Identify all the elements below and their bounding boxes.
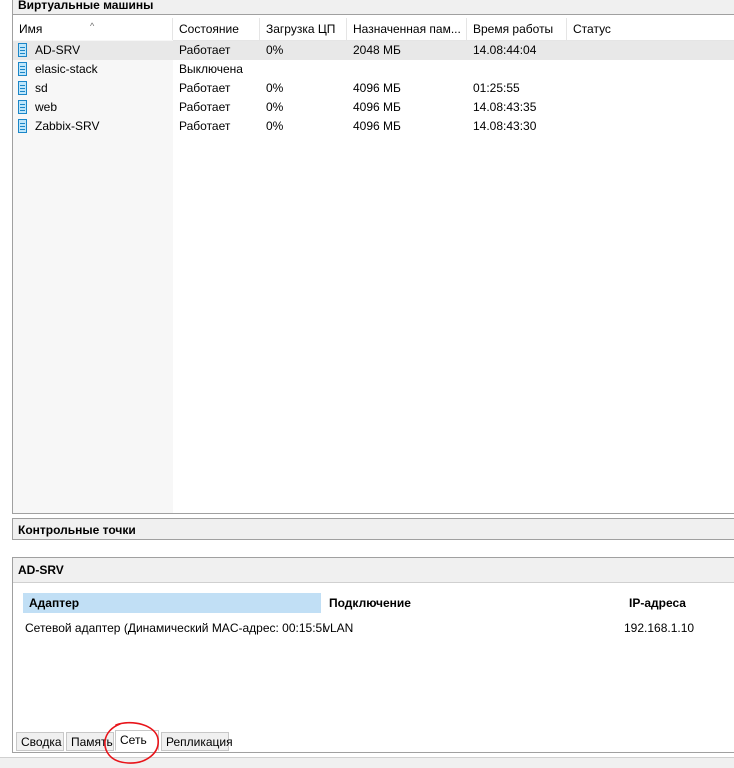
sort-ascending-icon: ^ <box>90 21 95 31</box>
vm-row[interactable]: Zabbix-SRV Работает 0% 4096 МБ 14.08:43:… <box>13 117 734 136</box>
vm-uptime <box>467 60 567 79</box>
column-header-cpu[interactable]: Загрузка ЦП <box>260 18 347 40</box>
vm-status <box>567 60 734 79</box>
tab-summary[interactable]: Сводка <box>16 732 64 751</box>
vm-uptime: 14.08:43:35 <box>473 100 537 114</box>
vm-status <box>567 117 734 136</box>
network-connection-cell: vLAN <box>324 621 354 635</box>
tab-network[interactable]: Сеть <box>115 730 159 751</box>
vm-status <box>567 79 734 98</box>
column-header-memory[interactable]: Назначенная пам... <box>347 18 467 40</box>
vm-name: elasic-stack <box>35 62 98 76</box>
network-adapter-cell[interactable]: Сетевой адаптер (Динамический MAC-адрес:… <box>23 619 325 637</box>
vm-name: sd <box>35 81 48 95</box>
details-panel: AD-SRV Адаптер Подключение IP-адреса Сет… <box>12 557 734 753</box>
vm-column-headers: Имя ^ Состояние Загрузка ЦП Назначенная … <box>13 18 734 41</box>
virtual-machines-title: Виртуальные машины <box>12 0 734 15</box>
column-header-name-label: Имя <box>19 22 43 36</box>
vm-uptime: 01:25:55 <box>473 81 520 95</box>
network-column-connection[interactable]: Подключение <box>323 593 619 613</box>
status-bar <box>0 757 734 768</box>
vm-row[interactable]: AD-SRV Работает 0% 2048 МБ 14.08:44:04 <box>13 41 734 60</box>
network-ip-cell: 192.168.1.10 <box>624 621 695 635</box>
vm-state: Выключена <box>179 62 243 76</box>
vm-uptime: 14.08:43:30 <box>473 119 537 133</box>
vm-cpu: 0% <box>266 100 284 114</box>
vm-icon <box>18 43 27 57</box>
vm-name: web <box>35 100 58 114</box>
vm-row[interactable]: web Работает 0% 4096 МБ 14.08:43:35 <box>13 98 734 117</box>
vm-name: Zabbix-SRV <box>35 119 100 133</box>
vm-state: Работает <box>179 100 231 114</box>
checkpoints-title[interactable]: Контрольные точки <box>12 518 734 540</box>
vm-status <box>567 98 734 117</box>
vm-state: Работает <box>179 81 231 95</box>
vm-memory: 2048 МБ <box>353 43 401 57</box>
vm-name: AD-SRV <box>35 43 81 57</box>
column-header-name[interactable]: Имя ^ <box>13 18 173 40</box>
vm-icon <box>18 62 27 76</box>
vm-memory: 4096 МБ <box>353 119 401 133</box>
tab-replication[interactable]: Репликация <box>161 732 233 751</box>
vm-icon <box>18 119 27 133</box>
vm-memory: 4096 МБ <box>353 81 401 95</box>
column-header-state[interactable]: Состояние <box>173 18 260 40</box>
column-header-uptime[interactable]: Время работы <box>467 18 567 40</box>
vm-status <box>567 41 734 60</box>
vm-cpu <box>260 60 347 79</box>
column-header-status[interactable]: Статус <box>567 18 734 40</box>
vm-memory: 4096 МБ <box>353 100 401 114</box>
vm-icon <box>18 81 27 95</box>
vm-cpu: 0% <box>266 119 284 133</box>
vm-icon <box>18 100 27 114</box>
vm-cpu: 0% <box>266 81 284 95</box>
vm-row[interactable]: elasic-stack Выключена <box>13 60 734 79</box>
vm-row[interactable]: sd Работает 0% 4096 МБ 01:25:55 <box>13 79 734 98</box>
network-column-ip[interactable]: IP-адреса <box>623 593 733 613</box>
virtual-machines-panel: Имя ^ Состояние Загрузка ЦП Назначенная … <box>12 0 734 514</box>
vm-uptime: 14.08:44:04 <box>473 43 537 57</box>
network-column-adapter[interactable]: Адаптер <box>23 593 321 613</box>
tab-memory[interactable]: Память <box>66 732 114 751</box>
vm-cpu: 0% <box>266 43 284 57</box>
details-title: AD-SRV <box>13 558 734 583</box>
vm-state: Работает <box>179 43 231 57</box>
vm-memory <box>347 60 467 79</box>
vm-state: Работает <box>179 119 231 133</box>
